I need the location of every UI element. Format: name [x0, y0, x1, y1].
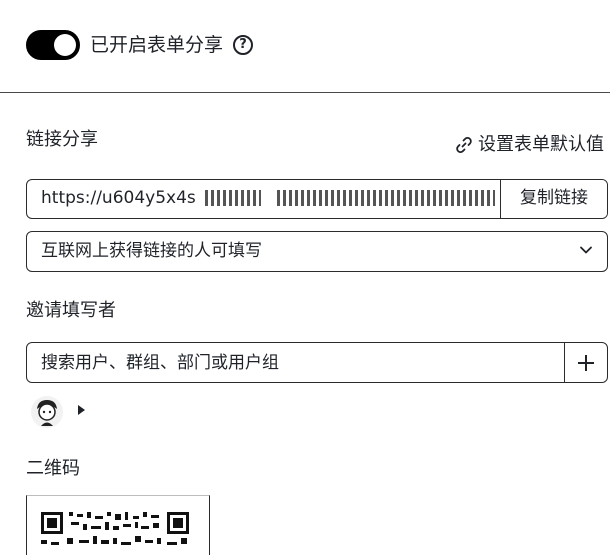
qr-title: 二维码: [26, 458, 80, 479]
avatar[interactable]: [30, 395, 64, 429]
redaction-mark: [277, 190, 495, 206]
share-url-value: https://u604y5x4s: [41, 188, 196, 208]
link-permission-select[interactable]: 互联网上获得链接的人可填写: [26, 231, 608, 272]
copy-link-button[interactable]: 复制链接: [500, 180, 607, 218]
qr-code-card: [26, 495, 210, 555]
share-url-field[interactable]: https://u604y5x4s 复制链接: [26, 179, 608, 219]
divider: [0, 92, 610, 93]
set-defaults-link[interactable]: 设置表单默认值: [455, 133, 604, 157]
qr-code-image: [41, 512, 189, 545]
link-permission-value: 互联网上获得链接的人可填写: [41, 241, 262, 261]
invite-search-input[interactable]: [27, 343, 564, 382]
share-toggle[interactable]: [26, 30, 80, 60]
set-defaults-label: 设置表单默认值: [478, 134, 604, 155]
share-url-text[interactable]: https://u604y5x4s: [27, 180, 500, 218]
link-icon: [456, 137, 472, 153]
add-invitee-button[interactable]: [564, 343, 607, 382]
link-share-title: 链接分享: [26, 129, 98, 150]
expand-caret-icon[interactable]: [78, 405, 85, 415]
invite-title: 邀请填写者: [26, 300, 116, 321]
invite-search-field[interactable]: [26, 342, 608, 383]
toggle-knob: [54, 34, 76, 56]
chevron-down-icon: [580, 246, 592, 254]
share-status-label: 已开启表单分享: [90, 34, 224, 56]
redaction-mark: [205, 190, 261, 206]
help-icon[interactable]: ?: [233, 35, 253, 55]
